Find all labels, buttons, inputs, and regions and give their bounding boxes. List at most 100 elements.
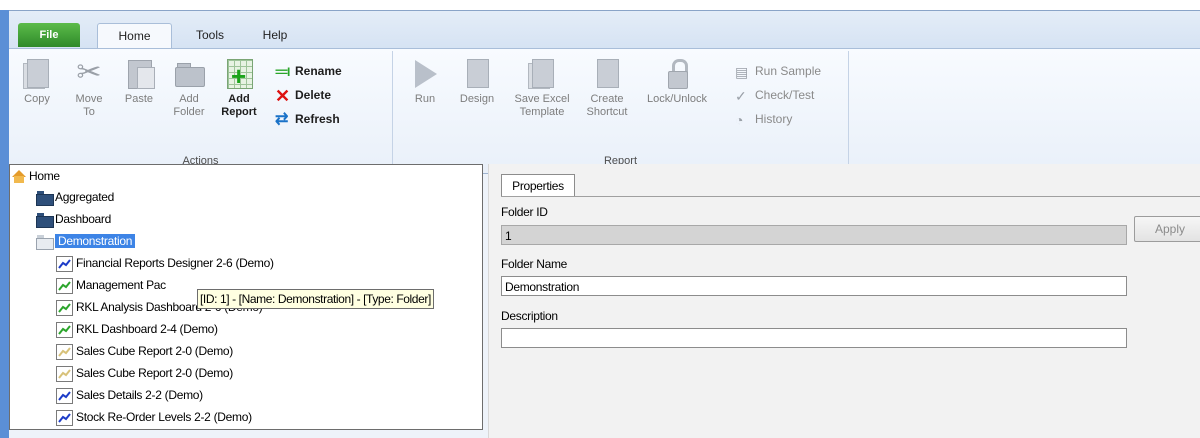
apply-button[interactable]: Apply bbox=[1134, 216, 1200, 242]
add-report-button[interactable]: + Add Report bbox=[215, 57, 263, 143]
check-icon: ✓ bbox=[735, 87, 747, 104]
copy-label: Copy bbox=[24, 93, 50, 105]
play-icon bbox=[409, 57, 441, 89]
tree-folder-label: Dashboard bbox=[55, 212, 112, 226]
scissors-icon: ✂ bbox=[76, 56, 102, 89]
create-shortcut-label: Create Shortcut bbox=[586, 93, 628, 118]
rename-button[interactable]: ==I Rename bbox=[275, 61, 342, 81]
folder-icon bbox=[173, 57, 205, 89]
delete-icon: ✕ bbox=[275, 85, 291, 106]
run-sample-icon: ▤ bbox=[735, 63, 749, 80]
tree-folder[interactable]: Dashboard bbox=[36, 210, 112, 229]
report-icon bbox=[56, 343, 73, 360]
shortcut-icon bbox=[591, 57, 623, 89]
check-test-label: Check/Test bbox=[755, 88, 815, 102]
tree-report[interactable]: Sales Cube Report 2-0 (Demo) bbox=[56, 342, 233, 360]
lock-unlock-button[interactable]: Lock/Unlock bbox=[641, 57, 713, 143]
move-to-label: Move To bbox=[75, 93, 103, 118]
history-button[interactable]: ◔ History bbox=[735, 109, 792, 129]
folder-icon bbox=[36, 191, 54, 207]
move-to-button[interactable]: ✂ Move To bbox=[65, 57, 113, 143]
folder-name-field[interactable]: Demonstration bbox=[501, 276, 1127, 296]
tab-divider bbox=[501, 196, 1200, 197]
description-label: Description bbox=[501, 309, 558, 323]
tree-report[interactable]: RKL Dashboard 2-4 (Demo) bbox=[56, 320, 218, 338]
run-button[interactable]: Run bbox=[401, 57, 449, 143]
delete-button[interactable]: ✕ Delete bbox=[275, 85, 331, 105]
report-icon bbox=[56, 387, 73, 404]
tree-report[interactable]: Stock Re-Order Levels 2-2 (Demo) bbox=[56, 408, 252, 426]
ribbon-tab-bar: File Home Tools Help bbox=[9, 11, 1200, 48]
open-folder-icon bbox=[36, 235, 54, 251]
description-field[interactable] bbox=[501, 328, 1127, 348]
tab-tools[interactable]: Tools bbox=[179, 23, 241, 47]
report-icon bbox=[56, 365, 73, 382]
create-shortcut-button[interactable]: Create Shortcut bbox=[581, 57, 633, 143]
save-excel-template-label: Save Excel Template bbox=[514, 93, 570, 118]
title-strip bbox=[0, 0, 1200, 10]
tree-tooltip: [ID: 1] - [Name: Demonstration] - [Type:… bbox=[197, 289, 434, 309]
design-button[interactable]: Design bbox=[453, 57, 501, 143]
window-border bbox=[0, 10, 9, 438]
home-icon bbox=[12, 170, 26, 184]
report-icon bbox=[56, 409, 73, 426]
tab-home[interactable]: Home bbox=[97, 23, 172, 48]
folder-id-label: Folder ID bbox=[501, 205, 548, 219]
tab-help[interactable]: Help bbox=[249, 23, 301, 47]
tree-report-label: Sales Details 2-2 (Demo) bbox=[76, 388, 203, 402]
paste-button[interactable]: Paste bbox=[115, 57, 163, 143]
paste-label: Paste bbox=[124, 93, 154, 105]
tree-root-label: Home bbox=[29, 169, 60, 183]
tree-report[interactable]: Sales Cube Report 2-0 (Demo) bbox=[56, 364, 233, 382]
run-sample-label: Run Sample bbox=[755, 64, 822, 78]
folder-name-label: Folder Name bbox=[501, 257, 568, 271]
design-icon bbox=[461, 57, 493, 89]
history-label: History bbox=[755, 112, 793, 126]
run-sample-button[interactable]: ▤ Run Sample bbox=[735, 61, 821, 81]
refresh-label: Refresh bbox=[295, 112, 340, 126]
add-folder-label: Add Folder bbox=[173, 93, 205, 118]
refresh-icon: ⇄ bbox=[275, 110, 289, 128]
tree-report[interactable]: Financial Reports Designer 2-6 (Demo) bbox=[56, 254, 274, 272]
add-report-label: Add Report bbox=[221, 93, 257, 118]
delete-label: Delete bbox=[295, 88, 332, 102]
run-label: Run bbox=[414, 93, 436, 105]
lock-icon bbox=[661, 57, 693, 89]
rename-label: Rename bbox=[295, 64, 342, 78]
tree-report[interactable]: Sales Details 2-2 (Demo) bbox=[56, 386, 203, 404]
copy-button[interactable]: Copy bbox=[13, 57, 61, 143]
tree-report[interactable]: Management Pac bbox=[56, 276, 166, 294]
tree-folder-label: Aggregated bbox=[55, 190, 115, 204]
lock-unlock-label: Lock/Unlock bbox=[647, 93, 707, 105]
tree-report-label: Management Pac bbox=[76, 278, 166, 292]
report-icon bbox=[56, 321, 73, 338]
check-test-button[interactable]: ✓ Check/Test bbox=[735, 85, 814, 105]
report-icon bbox=[56, 277, 73, 294]
report-group: Run Design Save Excel Template Create Sh… bbox=[393, 51, 849, 169]
save-excel-template-button[interactable]: Save Excel Template bbox=[509, 57, 575, 143]
report-icon bbox=[56, 255, 73, 272]
paste-icon bbox=[123, 57, 155, 89]
history-icon: ◔ bbox=[735, 111, 744, 128]
rename-icon: ==I bbox=[275, 64, 290, 79]
tree-report-label: RKL Dashboard 2-4 (Demo) bbox=[76, 322, 218, 336]
tree-report-label: Sales Cube Report 2-0 (Demo) bbox=[76, 366, 234, 380]
refresh-button[interactable]: ⇄ Refresh bbox=[275, 109, 340, 129]
actions-group: Copy ✂ Move To Paste Add Folder + Add Re… bbox=[9, 51, 393, 169]
folder-icon bbox=[36, 213, 54, 229]
tree-report-label: Stock Re-Order Levels 2-2 (Demo) bbox=[76, 410, 252, 424]
tab-properties[interactable]: Properties bbox=[501, 174, 575, 197]
add-folder-button[interactable]: Add Folder bbox=[165, 57, 213, 143]
report-icon bbox=[56, 299, 73, 316]
design-label: Design bbox=[459, 93, 495, 105]
properties-panel: Properties Folder ID 1 Folder Name Demon… bbox=[488, 164, 1200, 438]
tree-root-home[interactable]: Home bbox=[12, 167, 60, 185]
tree-folder[interactable]: Aggregated bbox=[36, 188, 115, 207]
tree-report-label: Financial Reports Designer 2-6 (Demo) bbox=[76, 256, 274, 270]
ribbon: Copy ✂ Move To Paste Add Folder + Add Re… bbox=[9, 48, 1200, 174]
tree-report-label: Sales Cube Report 2-0 (Demo) bbox=[76, 344, 234, 358]
tab-file[interactable]: File bbox=[18, 23, 80, 47]
add-report-icon: + bbox=[223, 57, 255, 89]
app-window: File Home Tools Help Copy ✂ Move To Past… bbox=[0, 0, 1200, 438]
tree-folder-selected[interactable]: Demonstration bbox=[36, 232, 136, 251]
